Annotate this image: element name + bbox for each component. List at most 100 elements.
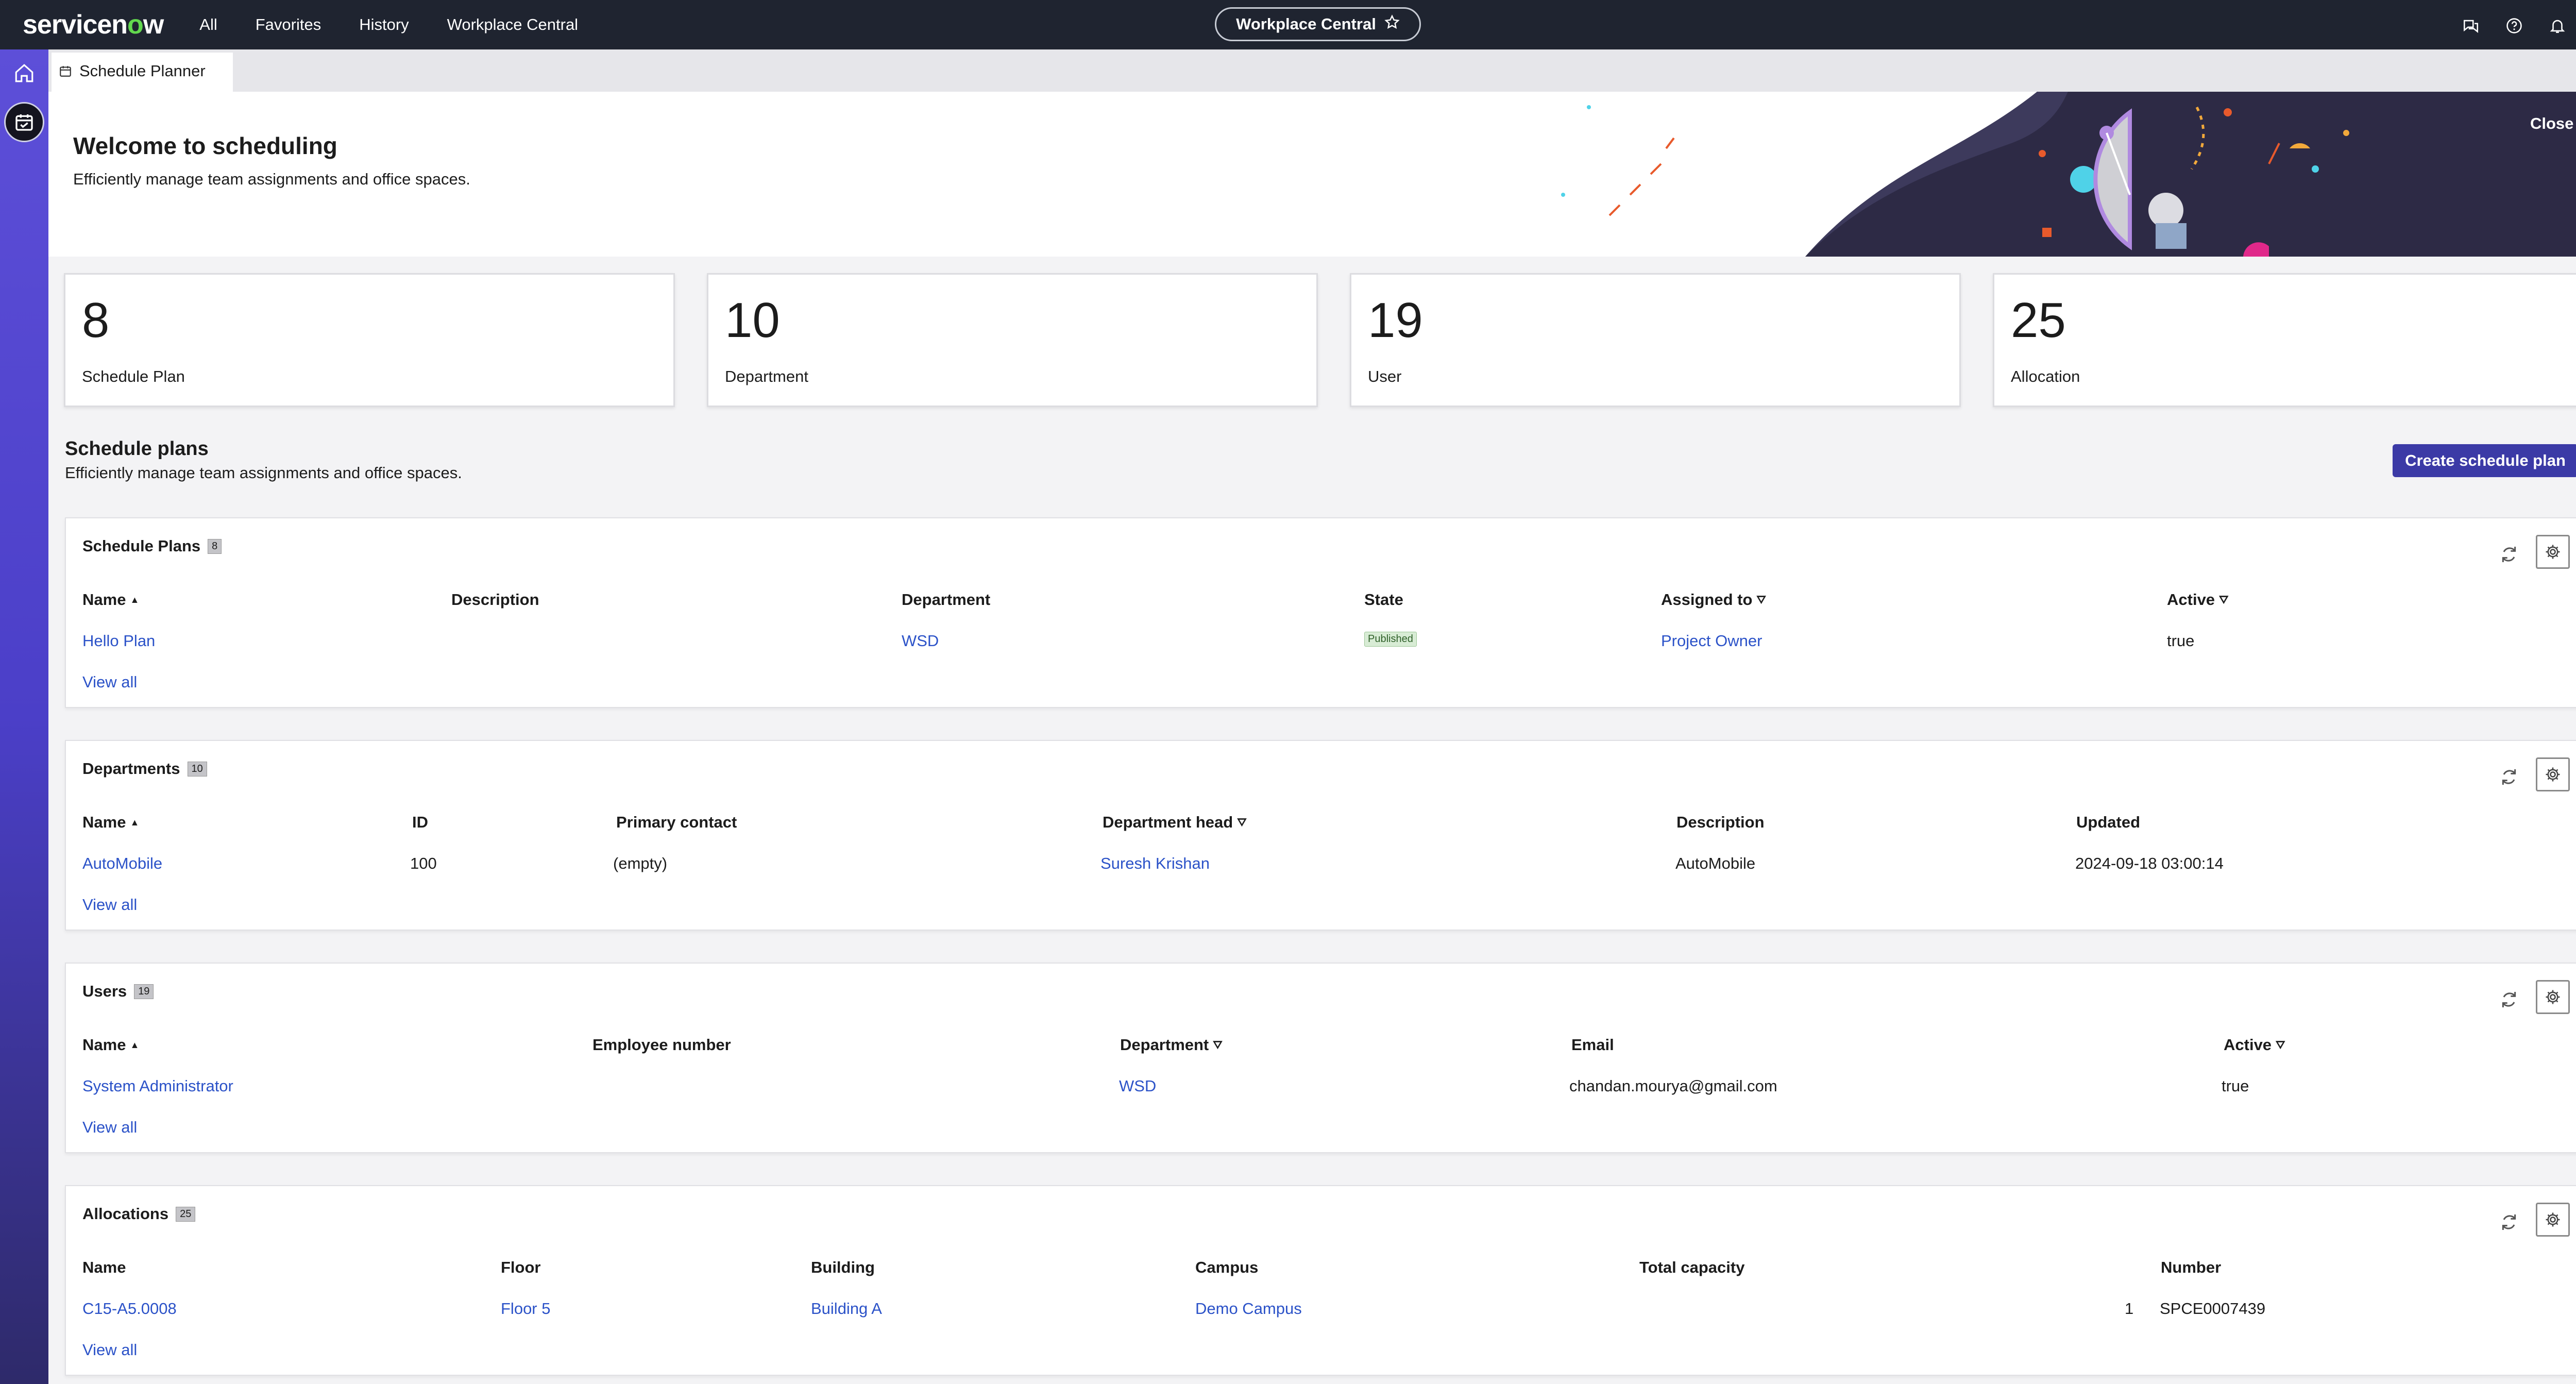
- stat-value: 25: [2011, 293, 2066, 348]
- column-header-active[interactable]: Active ⛛: [2224, 1036, 2285, 1054]
- gear-icon[interactable]: [2536, 757, 2570, 791]
- welcome-banner: Welcome to scheduling Efficiently manage…: [48, 92, 2576, 257]
- app-context-label: Workplace Central: [1236, 15, 1376, 33]
- filter-icon: ⛛: [1213, 1038, 1223, 1051]
- column-header-description[interactable]: Description: [1676, 813, 1765, 832]
- row-department-link[interactable]: WSD: [1119, 1077, 1156, 1095]
- stat-label: User: [1368, 367, 1402, 385]
- stat-card-user[interactable]: 19 User: [1350, 273, 1961, 407]
- notifications-bell-icon[interactable]: [2546, 14, 2569, 37]
- schedule-plans-panel: Schedule Plans 8 Name ▲ Description Depart…: [65, 517, 2576, 708]
- gear-icon[interactable]: [2536, 980, 2570, 1014]
- column-header-number[interactable]: Number: [2161, 1258, 2221, 1277]
- close-banner-button[interactable]: Close ✕: [2530, 114, 2576, 133]
- refresh-icon[interactable]: [2499, 544, 2519, 565]
- column-header-description[interactable]: Description: [451, 590, 539, 609]
- chat-icon[interactable]: [2460, 14, 2482, 37]
- panel-title: Schedule Plans 8: [82, 537, 222, 555]
- column-header-name[interactable]: Name ▲: [82, 813, 139, 832]
- tab-strip: Schedule Planner ⋯: [48, 49, 2576, 92]
- nav-history[interactable]: History: [359, 15, 409, 34]
- view-all-link[interactable]: View all: [82, 673, 137, 691]
- view-all-link[interactable]: View all: [82, 1118, 137, 1137]
- stat-card-department[interactable]: 10 Department: [707, 273, 1318, 407]
- column-header-name[interactable]: Name ▲: [82, 1036, 139, 1054]
- table-row: Hello Plan WSD Published Project Owner t…: [82, 632, 2571, 657]
- tab-schedule-planner[interactable]: Schedule Planner: [52, 53, 233, 92]
- row-total-capacity: 1: [2125, 1299, 2134, 1318]
- stat-card-allocation[interactable]: 25 Allocation: [1993, 273, 2576, 407]
- table-header: Name ▲ Description Department State Assig…: [82, 590, 2571, 616]
- column-header-department[interactable]: Department: [902, 590, 990, 609]
- column-header-state[interactable]: State: [1364, 590, 1403, 609]
- column-header-employee-number[interactable]: Employee number: [592, 1036, 731, 1054]
- row-assigned-to-link[interactable]: Project Owner: [1661, 632, 1762, 650]
- row-primary-contact: (empty): [613, 854, 668, 872]
- refresh-icon[interactable]: [2499, 989, 2519, 1010]
- nav-all[interactable]: All: [199, 15, 217, 34]
- section-title: Schedule plans: [65, 438, 209, 460]
- servicenow-logo[interactable]: servicenow: [23, 9, 164, 40]
- column-header-name[interactable]: Name: [82, 1258, 126, 1277]
- column-header-primary-contact[interactable]: Primary contact: [616, 813, 737, 832]
- row-name-link[interactable]: AutoMobile: [82, 854, 162, 873]
- top-navigation-bar: servicenow All Favorites History Workpla…: [0, 0, 2576, 49]
- column-header-active[interactable]: Active ⛛: [2167, 590, 2229, 609]
- column-header-assigned-to[interactable]: Assigned to ⛛: [1661, 590, 1766, 609]
- app-context-pill[interactable]: Workplace Central: [1215, 7, 1421, 41]
- panel-title: Allocations 25: [82, 1205, 196, 1223]
- column-header-name[interactable]: Name ▲: [82, 590, 139, 609]
- row-state: Published: [1364, 632, 1417, 647]
- row-building-link[interactable]: Building A: [811, 1299, 882, 1318]
- row-name-link[interactable]: System Administrator: [82, 1077, 233, 1095]
- welcome-illustration: [1561, 92, 2576, 257]
- column-header-total-capacity[interactable]: Total capacity: [1639, 1258, 1744, 1277]
- column-header-updated[interactable]: Updated: [2076, 813, 2140, 832]
- users-panel: Users 19 Name ▲ Employee number Department…: [65, 963, 2576, 1153]
- count-badge: 25: [176, 1206, 196, 1222]
- table-header: Name ▲ Employee number Department ⛛ Email …: [82, 1036, 2571, 1061]
- row-department-head-link[interactable]: Suresh Krishan: [1100, 854, 1210, 873]
- row-department-link[interactable]: WSD: [902, 632, 939, 650]
- calendar-icon[interactable]: [4, 102, 44, 142]
- refresh-icon[interactable]: [2499, 767, 2519, 787]
- tab-label: Schedule Planner: [79, 62, 206, 80]
- column-header-department-head[interactable]: Department head ⛛: [1103, 813, 1247, 832]
- sort-asc-icon: ▲: [130, 594, 140, 605]
- table-row: System Administrator WSD chandan.mourya@…: [82, 1077, 2571, 1103]
- view-all-link[interactable]: View all: [82, 1341, 137, 1359]
- row-campus-link[interactable]: Demo Campus: [1195, 1299, 1302, 1318]
- gear-icon[interactable]: [2536, 1203, 2570, 1237]
- filter-icon: ⛛: [2219, 593, 2229, 606]
- view-all-link[interactable]: View all: [82, 896, 137, 914]
- refresh-icon[interactable]: [2499, 1212, 2519, 1233]
- column-header-email[interactable]: Email: [1571, 1036, 1614, 1054]
- star-icon[interactable]: [1384, 14, 1400, 34]
- create-schedule-plan-button[interactable]: Create schedule plan: [2393, 444, 2576, 477]
- stat-label: Allocation: [2011, 367, 2080, 385]
- row-updated: 2024-09-18 03:00:14: [2075, 854, 2224, 872]
- table-header: Name Floor Building Campus Total capacit…: [82, 1258, 2571, 1284]
- column-header-floor[interactable]: Floor: [501, 1258, 541, 1277]
- column-header-campus[interactable]: Campus: [1195, 1258, 1258, 1277]
- help-icon[interactable]: [2503, 14, 2526, 37]
- left-rail: [0, 49, 48, 1384]
- panel-title: Users 19: [82, 982, 154, 1001]
- sort-asc-icon: ▲: [130, 1039, 140, 1050]
- row-floor-link[interactable]: Floor 5: [501, 1299, 550, 1318]
- row-name-link[interactable]: C15-A5.0008: [82, 1299, 177, 1318]
- column-header-id[interactable]: ID: [412, 813, 428, 832]
- nav-favorites[interactable]: Favorites: [256, 15, 321, 34]
- table-row: C15-A5.0008 Floor 5 Building A Demo Camp…: [82, 1299, 2571, 1325]
- stat-card-schedule-plan[interactable]: 8 Schedule Plan: [64, 273, 675, 407]
- status-badge: Published: [1364, 632, 1417, 647]
- count-badge: 8: [208, 538, 222, 554]
- filter-icon: ⛛: [1756, 593, 1766, 606]
- column-header-building[interactable]: Building: [811, 1258, 875, 1277]
- nav-workplace-central[interactable]: Workplace Central: [447, 15, 578, 34]
- column-header-department[interactable]: Department ⛛: [1120, 1036, 1223, 1054]
- gear-icon[interactable]: [2536, 535, 2570, 569]
- stat-cards: 8 Schedule Plan 10 Department 19 User 25…: [64, 273, 2576, 407]
- home-icon[interactable]: [10, 59, 39, 88]
- row-name-link[interactable]: Hello Plan: [82, 632, 155, 650]
